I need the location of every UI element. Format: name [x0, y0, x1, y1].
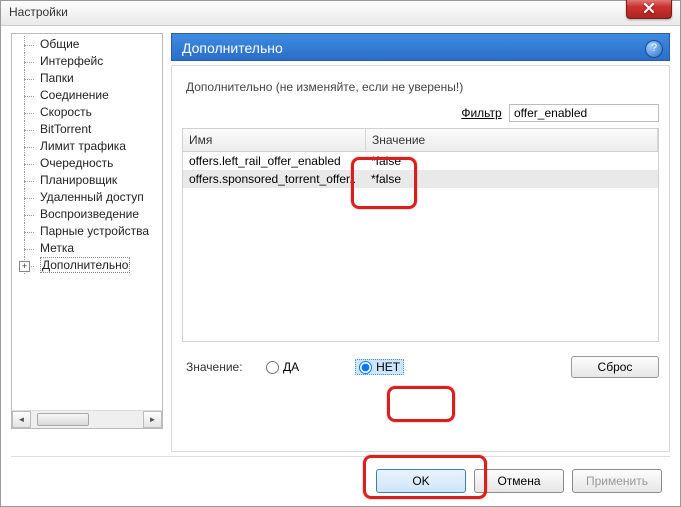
sidebar-item-label: Папки: [40, 71, 74, 85]
sidebar-item-label: Общие: [40, 37, 79, 51]
filter-label: Фильтр: [461, 106, 501, 120]
sidebar-item[interactable]: Воспроизведение: [12, 206, 162, 223]
sidebar-item[interactable]: Удаленный доступ: [12, 189, 162, 206]
sidebar-item-label: Очередность: [40, 156, 113, 170]
sidebar-tree[interactable]: Общие Интерфейс Папки Соединение Скорость Bit…: [11, 33, 163, 429]
table-cell-value: *false: [365, 152, 658, 170]
radio-no[interactable]: НЕТ: [355, 359, 404, 375]
radio-yes-input[interactable]: [266, 361, 279, 374]
scroll-left-button[interactable]: ◄: [12, 411, 31, 428]
sidebar-item[interactable]: Очередность: [12, 155, 162, 172]
sidebar-horizontal-scrollbar[interactable]: ◄ ►: [12, 410, 162, 428]
sidebar-item[interactable]: Скорость: [12, 104, 162, 121]
window-title: Настройки: [9, 5, 68, 19]
sidebar-item-label: Соединение: [40, 88, 109, 102]
sidebar-item[interactable]: Интерфейс: [12, 53, 162, 70]
panel-header: Дополнительно ?: [171, 33, 670, 61]
filter-row: Фильтр: [182, 104, 659, 122]
titlebar: Настройки: [1, 1, 680, 26]
sidebar-item[interactable]: Метка: [12, 240, 162, 257]
value-editor-row: Значение: ДА НЕТ Сброс: [182, 356, 659, 378]
scroll-right-button[interactable]: ►: [143, 411, 162, 428]
reset-button[interactable]: Сброс: [571, 356, 659, 378]
sidebar-item-label: Интерфейс: [40, 54, 103, 68]
sidebar-item[interactable]: Общие: [12, 36, 162, 53]
radio-yes[interactable]: ДА: [262, 359, 303, 375]
scroll-thumb[interactable]: [37, 413, 89, 426]
sidebar-item[interactable]: Лимит трафика: [12, 138, 162, 155]
close-button[interactable]: [626, 0, 672, 19]
panel-hint: Дополнительно (не изменяйте, если не уве…: [186, 80, 659, 94]
sidebar-item[interactable]: Планировщик: [12, 172, 162, 189]
scroll-track[interactable]: [31, 411, 143, 428]
sidebar-item[interactable]: BitTorrent: [12, 121, 162, 138]
sidebar-item-label: Дополнительно: [40, 257, 130, 273]
table-cell-name: offers.left_rail_offer_enabled: [183, 152, 365, 170]
value-editor-label: Значение:: [186, 360, 254, 374]
radio-yes-label: ДА: [283, 360, 299, 374]
sidebar-item-label: Воспроизведение: [40, 207, 139, 221]
sidebar-item-label: Лимит трафика: [40, 139, 126, 153]
close-icon: [644, 3, 654, 13]
help-icon[interactable]: ?: [645, 40, 663, 58]
dialog-body: Общие Интерфейс Папки Соединение Скорость Bit…: [7, 29, 674, 500]
sidebar-item[interactable]: Соединение: [12, 87, 162, 104]
filter-input[interactable]: [509, 104, 659, 122]
sidebar-item[interactable]: Папки: [12, 70, 162, 87]
table-row[interactable]: offers.left_rail_offer_enabled*false: [183, 152, 658, 170]
apply-button[interactable]: Применить: [572, 469, 662, 493]
radio-no-input[interactable]: [359, 361, 372, 374]
sidebar-item-label: Метка: [40, 241, 74, 255]
panel-body: Дополнительно (не изменяйте, если не уве…: [171, 65, 670, 452]
sidebar-item[interactable]: + Дополнительно: [12, 257, 162, 274]
sidebar-item-label: Удаленный доступ: [40, 190, 144, 204]
panel-title: Дополнительно: [182, 40, 283, 56]
radio-no-label: НЕТ: [376, 360, 400, 374]
cancel-button[interactable]: Отмена: [474, 469, 564, 493]
sidebar-item[interactable]: Парные устройства: [12, 223, 162, 240]
settings-window: Настройки Общие Интерфейс Папки Соединение С…: [0, 0, 681, 507]
ok-button[interactable]: OK: [376, 469, 466, 493]
column-header-name[interactable]: Имя: [183, 129, 366, 151]
dialog-button-bar: OK Отмена Применить: [11, 456, 670, 496]
table-row[interactable]: offers.sponsored_torrent_offer..*false: [183, 170, 658, 188]
sidebar-item-label: BitTorrent: [40, 122, 91, 136]
sidebar-item-label: Планировщик: [40, 173, 117, 187]
tree-expand-icon[interactable]: +: [19, 261, 30, 272]
sidebar-item-label: Парные устройства: [40, 224, 149, 238]
table-header: Имя Значение: [183, 129, 658, 152]
column-header-value[interactable]: Значение: [366, 129, 658, 151]
table-cell-value: *false: [365, 170, 658, 188]
table-cell-name: offers.sponsored_torrent_offer..: [183, 170, 365, 188]
sidebar-item-label: Скорость: [40, 105, 92, 119]
advanced-settings-table[interactable]: Имя Значение offers.left_rail_offer_enab…: [182, 128, 659, 342]
